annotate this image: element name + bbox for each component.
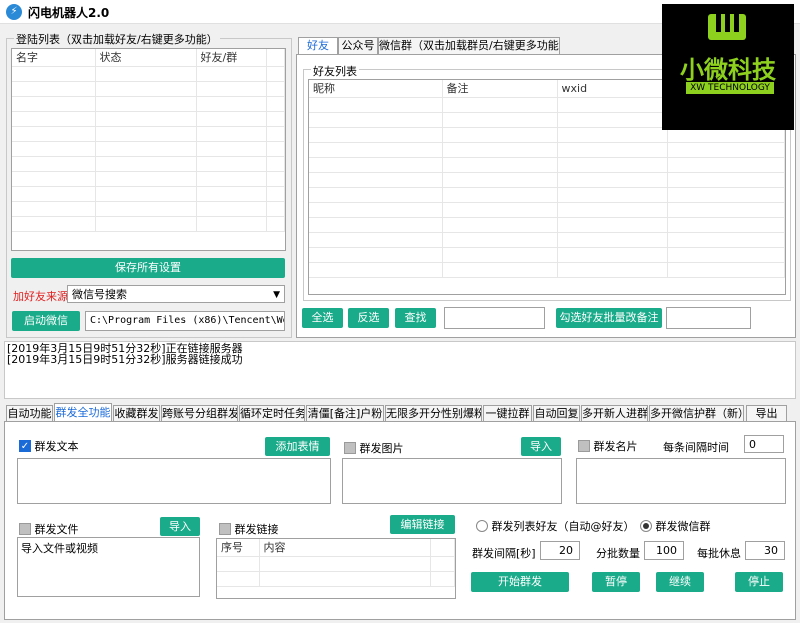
save-settings-button[interactable]: 保存所有设置: [11, 258, 285, 278]
stop-button[interactable]: 停止: [735, 572, 783, 592]
chevron-down-icon[interactable]: ▼: [273, 286, 280, 302]
file-checkbox-row[interactable]: 群发文件: [19, 521, 79, 537]
checkbox-checked-icon[interactable]: ✓: [19, 440, 31, 452]
batch-count-input[interactable]: 100: [644, 541, 684, 560]
column-header[interactable]: wxid: [557, 80, 668, 98]
tab-clear-zombie[interactable]: 清僵[备注]户粉: [306, 405, 384, 422]
tab-favorite-send[interactable]: 收藏群发: [113, 405, 160, 422]
invert-selection-button[interactable]: 反选: [348, 308, 389, 328]
column-header[interactable]: 序号: [217, 539, 260, 557]
log-line: [2019年3月15日9时51分32秒]服务器链接成功: [7, 353, 243, 366]
link-label: 群发链接: [234, 523, 279, 536]
radio-selected-icon[interactable]: [640, 520, 652, 532]
friend-group-title: 好友列表: [311, 63, 359, 79]
interval-each-label: 每条间隔时间: [663, 441, 729, 454]
text-checkbox-row[interactable]: ✓ 群发文本: [19, 438, 79, 454]
tab-auto-functions[interactable]: 自动功能: [6, 405, 53, 422]
checkbox-icon[interactable]: [578, 440, 590, 452]
log-area[interactable]: [2019年3月15日9时51分32秒]正在链接服务器 [2019年3月15日9…: [4, 341, 796, 399]
text-label: 群发文本: [34, 440, 79, 453]
tab-wechat-groups[interactable]: 微信群（双击加载群员/右键更多功能）: [378, 37, 560, 54]
interval-label: 群发间隔[秒]: [472, 547, 536, 560]
login-group-title: 登陆列表（双击加载好友/右键更多功能）: [14, 31, 220, 47]
checkbox-icon[interactable]: [344, 442, 356, 454]
batch-count-label: 分批数量: [596, 547, 640, 560]
window-title: 闪电机器人2.0: [28, 6, 110, 20]
batch-remark-button[interactable]: 勾选好友批量改备注: [556, 308, 662, 328]
tab-export[interactable]: 导出: [746, 405, 787, 422]
start-wechat-button[interactable]: 启动微信: [12, 311, 80, 331]
text-content-input[interactable]: [17, 458, 331, 504]
select-all-button[interactable]: 全选: [302, 308, 343, 328]
import-image-button[interactable]: 导入: [521, 437, 561, 456]
tab-auto-reply[interactable]: 自动回复: [533, 405, 580, 422]
card-checkbox-row[interactable]: 群发名片: [578, 438, 638, 454]
radio-icon[interactable]: [476, 520, 488, 532]
start-mass-send-button[interactable]: 开始群发: [471, 572, 569, 592]
brand-logo: 小微科技 XW TECHNOLOGY: [662, 4, 794, 130]
column-header[interactable]: 名字: [12, 49, 96, 67]
source-label: 加好友来源: [13, 290, 68, 303]
radio-groups-row[interactable]: 群发微信群: [640, 518, 711, 534]
card-list[interactable]: [576, 458, 786, 504]
image-checkbox-row[interactable]: 群发图片: [344, 440, 404, 456]
tab-new-member[interactable]: 多开新人进群: [581, 405, 648, 422]
radio-groups-label: 群发微信群: [655, 520, 711, 533]
pause-button[interactable]: 暂停: [592, 572, 640, 592]
batch-rest-label: 每批休息: [697, 547, 741, 560]
file-label: 群发文件: [34, 523, 79, 536]
image-label: 群发图片: [359, 442, 404, 455]
tab-one-click-group[interactable]: 一键拉群: [483, 405, 532, 422]
tab-official-accounts[interactable]: 公众号: [338, 37, 378, 54]
remark-input[interactable]: [666, 307, 751, 329]
source-select[interactable]: 微信号搜索 ▼: [67, 285, 285, 303]
checkbox-icon[interactable]: [219, 523, 231, 535]
logo-text: 小微科技: [680, 56, 776, 84]
resume-button[interactable]: 继续: [656, 572, 704, 592]
tab-friends[interactable]: 好友: [298, 37, 338, 54]
column-header[interactable]: 昵称: [309, 80, 443, 98]
source-value: 微信号搜索: [72, 288, 127, 301]
column-header[interactable]: 状态: [95, 49, 197, 67]
login-list[interactable]: 名字 状态 好友/群: [11, 48, 286, 251]
checkbox-icon[interactable]: [19, 523, 31, 535]
file-hint: 导入文件或视频: [21, 542, 98, 555]
find-button[interactable]: 查找: [395, 308, 436, 328]
add-emoji-button[interactable]: 添加表情: [265, 437, 330, 456]
column-header[interactable]: 备注: [442, 80, 558, 98]
logo-mark: [708, 14, 746, 40]
column-header[interactable]: 好友/群: [196, 49, 267, 67]
link-checkbox-row[interactable]: 群发链接: [219, 521, 279, 537]
radio-friends-row[interactable]: 群发列表好友（自动@好友）: [476, 518, 635, 534]
interval-input[interactable]: 20: [540, 541, 580, 560]
file-list[interactable]: 导入文件或视频: [17, 537, 200, 597]
tab-cross-account-send[interactable]: 跨账号分组群发: [161, 405, 238, 422]
wechat-path-input[interactable]: C:\Program Files (x86)\Tencent\WeChat: [85, 311, 285, 331]
tab-group-guard[interactable]: 多开微信护群（新）: [649, 405, 744, 422]
image-list[interactable]: [342, 458, 562, 504]
app-icon: ⚡: [6, 4, 22, 20]
interval-each-input[interactable]: 0: [744, 435, 784, 453]
edit-link-button[interactable]: 编辑链接: [390, 515, 455, 534]
tab-unlimited-open[interactable]: 无限多开分性别爆粉: [385, 405, 482, 422]
tab-mass-send[interactable]: 群发全功能: [54, 403, 112, 422]
find-input[interactable]: [444, 307, 545, 329]
import-file-button[interactable]: 导入: [160, 517, 200, 536]
column-header[interactable]: 内容: [259, 539, 431, 557]
tab-scheduled-tasks[interactable]: 循环定时任务: [239, 405, 305, 422]
card-label: 群发名片: [593, 440, 638, 453]
radio-friends-label: 群发列表好友（自动@好友）: [491, 520, 635, 533]
logo-subtext: XW TECHNOLOGY: [686, 82, 774, 94]
link-table[interactable]: 序号 内容: [216, 538, 456, 599]
batch-rest-input[interactable]: 30: [745, 541, 785, 560]
